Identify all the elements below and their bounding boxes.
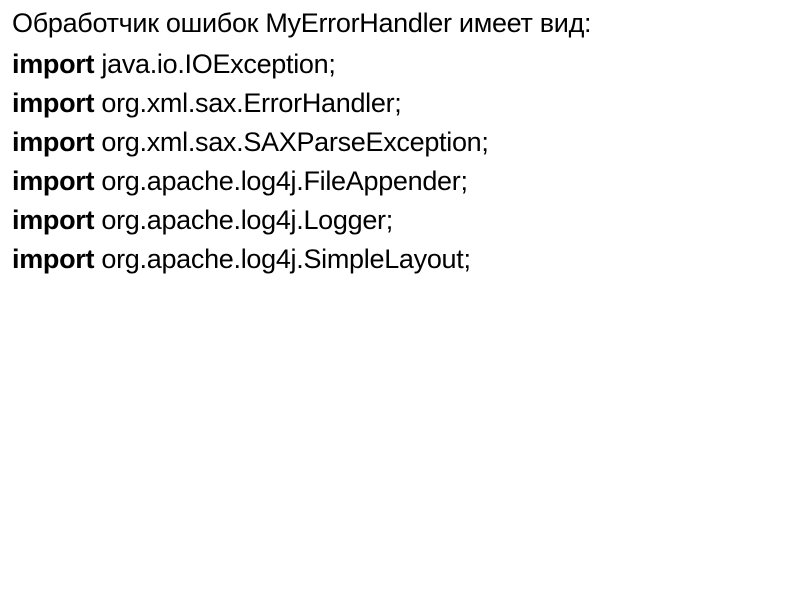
code-line: import org.xml.sax.SAXParseException; — [12, 127, 788, 158]
code-line: import java.io.IOException; — [12, 49, 788, 80]
import-path: org.apache.log4j.Logger; — [94, 205, 393, 235]
import-path: org.xml.sax.ErrorHandler; — [94, 88, 401, 118]
keyword-import: import — [12, 88, 94, 118]
keyword-import: import — [12, 49, 94, 79]
keyword-import: import — [12, 244, 94, 274]
code-line: import org.xml.sax.ErrorHandler; — [12, 88, 788, 119]
import-path: org.apache.log4j.FileAppender; — [94, 166, 467, 196]
code-line: import org.apache.log4j.FileAppender; — [12, 166, 788, 197]
code-line: import org.apache.log4j.Logger; — [12, 205, 788, 236]
import-path: org.xml.sax.SAXParseException; — [94, 127, 488, 157]
keyword-import: import — [12, 166, 94, 196]
import-path: java.io.IOException; — [94, 49, 335, 79]
document-title: Обработчик ошибок MyErrorHandler имеет в… — [12, 8, 788, 39]
code-line: import org.apache.log4j.SimpleLayout; — [12, 244, 788, 275]
keyword-import: import — [12, 127, 94, 157]
keyword-import: import — [12, 205, 94, 235]
import-path: org.apache.log4j.SimpleLayout; — [94, 244, 470, 274]
